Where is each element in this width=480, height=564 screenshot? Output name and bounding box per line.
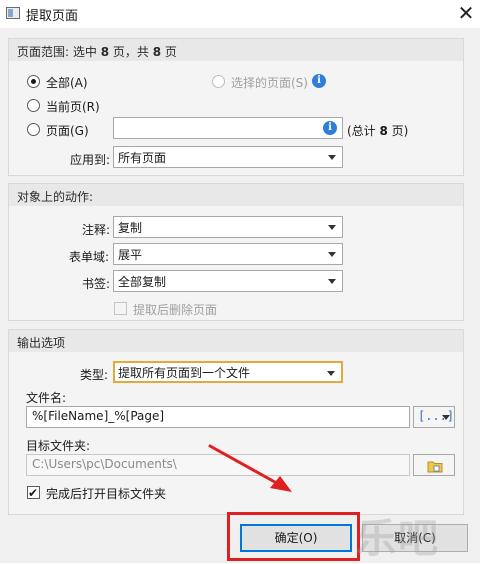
info-icon[interactable]: i [312,74,326,88]
arrow-annotation [208,444,292,492]
delete-after-label[interactable]: 提取后删除页面 [133,301,217,318]
open-folder-checkbox[interactable]: ✔ [27,486,40,499]
page-range-header: 页面范围: 选中 8 页，共 8 页 [9,39,463,61]
info-icon[interactable]: i [323,121,337,135]
radio-current-page[interactable] [27,99,40,112]
app-icon [6,7,20,19]
radio-selected-pages[interactable] [212,75,225,88]
radio-pages[interactable] [27,123,40,136]
target-folder-label: 目标文件夹: [26,439,91,453]
window-title: 提取页面 [26,9,79,24]
macro-button[interactable]: [...] [413,406,455,428]
dropdown-caret-icon [327,371,335,376]
dropdown-caret-icon [328,225,336,230]
type-label: 类型: [80,368,109,382]
watermark: 乐吧 [356,516,440,562]
title-bar: 提取页面 ✕ [0,0,480,28]
bookmarks-label: 书签: [82,277,111,291]
radio-all-label[interactable]: 全部(A) [46,74,88,91]
form-fields-value: 展平 [118,248,143,262]
radio-selected-pages-label[interactable]: 选择的页面(S) [231,74,308,91]
folder-browse-button[interactable] [413,454,455,476]
dropdown-caret-icon [328,155,336,160]
type-select[interactable]: 提取所有页面到一个文件 [113,361,343,383]
filename-label: 文件名: [26,391,67,405]
dropdown-caret-icon [328,279,336,284]
comments-label: 注释: [82,223,111,237]
output-header: 输出选项 [9,330,463,352]
dropdown-caret-icon [328,252,336,257]
ok-button[interactable]: 确定(O) [240,524,352,552]
bookmarks-select[interactable]: 全部复制 [113,270,343,292]
form-fields-label: 表单域: [69,250,110,264]
radio-pages-label[interactable]: 页面(G) [46,122,89,139]
folder-browse-icon [427,461,443,473]
apply-to-value: 所有页面 [118,151,167,165]
delete-after-checkbox[interactable] [114,302,127,315]
filename-input[interactable]: %[FileName]_%[Page] [26,406,410,428]
apply-to-select[interactable]: 所有页面 [113,146,343,168]
object-actions-header: 对象上的动作: [9,184,463,206]
radio-current-page-label[interactable]: 当前页(R) [46,98,100,115]
bookmarks-value: 全部复制 [118,275,167,289]
pages-total-text: (总计 8 页) [347,124,409,138]
type-value: 提取所有页面到一个文件 [118,366,251,380]
close-icon[interactable]: ✕ [454,1,478,25]
apply-to-label: 应用到: [70,153,111,167]
checkmark-icon: ✔ [28,486,39,500]
radio-all[interactable] [27,75,40,88]
comments-value: 复制 [118,221,143,235]
form-fields-select[interactable]: 展平 [113,243,343,265]
open-folder-label[interactable]: 完成后打开目标文件夹 [46,485,166,502]
pages-input[interactable] [113,117,343,139]
comments-select[interactable]: 复制 [113,216,343,238]
dropdown-caret-icon [442,415,450,420]
